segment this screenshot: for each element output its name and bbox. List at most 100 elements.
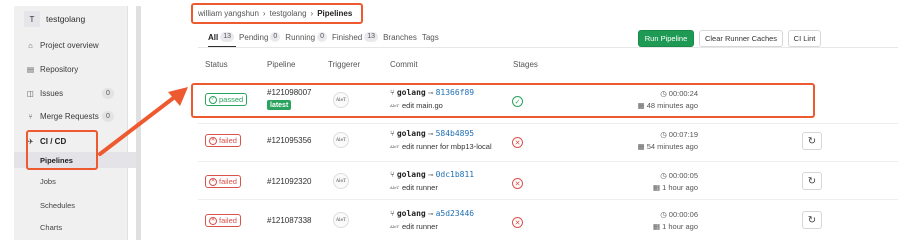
status-label: failed	[219, 216, 237, 225]
status-badge[interactable]: ✓ passed	[205, 93, 248, 106]
commit-message-link[interactable]: edit runner for mbp13-local	[402, 142, 492, 151]
breadcrumb-separator: ›	[262, 9, 266, 18]
commit-ref: ⑂ golang ⊸ 0dc1b811	[390, 170, 474, 179]
tab-finished[interactable]: Finished 13	[332, 32, 379, 42]
stage-failed-icon[interactable]: ✕	[512, 217, 523, 228]
commit-ref: ⑂ golang ⊸ a5d23446	[390, 209, 474, 218]
check-circle-icon: ✓	[209, 95, 217, 104]
stage-failed-icon[interactable]: ✕	[512, 137, 523, 148]
close-circle-icon: ✕	[209, 216, 217, 225]
duration-text: 00:00:06	[668, 210, 698, 219]
project-avatar: T	[24, 11, 40, 27]
finished-text: 48 minutes ago	[646, 101, 698, 110]
commit-sha-link[interactable]: 584b4895	[436, 129, 475, 138]
branch-name-link[interactable]: golang	[397, 88, 426, 97]
merge-request-icon: ⑂	[28, 111, 33, 121]
commit-message: AleT edit runner	[390, 222, 438, 231]
duration-text: 00:00:05	[668, 171, 698, 180]
calendar-icon: ▦	[637, 142, 645, 151]
retry-icon: ↻	[807, 175, 817, 187]
pipeline-duration: ◷ 00:00:24	[620, 89, 698, 98]
triggerer-avatar[interactable]: AleT	[333, 92, 349, 108]
status-badge[interactable]: ✕ failed	[205, 175, 241, 188]
row-divider	[198, 161, 898, 162]
retry-button[interactable]: ↻	[802, 132, 822, 150]
commit-message-link[interactable]: edit main.go	[402, 101, 443, 110]
status-label: failed	[219, 177, 237, 186]
retry-button[interactable]: ↻	[802, 172, 822, 190]
pipeline-finished: ▦ 48 minutes ago	[610, 101, 698, 110]
tab-label: Tags	[421, 32, 439, 42]
sidebar-item-label: Repository	[40, 64, 79, 74]
tab-count: 0	[270, 32, 281, 42]
finished-text: 1 hour ago	[662, 183, 698, 192]
sidebar-subitem-charts[interactable]: Charts	[14, 219, 116, 235]
status-badge[interactable]: ✕ failed	[205, 134, 241, 147]
stage-passed-icon[interactable]: ✓	[512, 96, 523, 107]
branch-icon: ⑂	[390, 88, 395, 97]
tab-label: Finished	[332, 32, 363, 42]
commit-sha-link[interactable]: 81366f89	[436, 88, 475, 97]
breadcrumb-item-namespace[interactable]: william yangshun	[198, 9, 259, 18]
project-name: testgolang	[46, 14, 86, 24]
breadcrumb-item-current[interactable]: Pipelines	[317, 9, 352, 18]
close-circle-icon: ✕	[209, 177, 217, 186]
branch-name-link[interactable]: golang	[397, 209, 426, 218]
branch-name-link[interactable]: golang	[397, 129, 426, 138]
issues-icon: ◫	[26, 88, 35, 98]
tab-running[interactable]: Running 0	[285, 32, 328, 42]
commit-author-avatar: AleT	[389, 144, 400, 149]
pipeline-tabs: All 13 Pending 0 Running 0 Finished 13 B…	[208, 32, 439, 42]
commit-sha-link[interactable]: a5d23446	[436, 209, 475, 218]
stage-failed-icon[interactable]: ✕	[512, 178, 523, 189]
triggerer-avatar[interactable]: AleT	[333, 173, 349, 189]
tab-pending[interactable]: Pending 0	[239, 32, 281, 42]
pipeline-id-link[interactable]: #121092320	[267, 177, 312, 186]
branch-name-link[interactable]: golang	[397, 170, 426, 179]
commit-author-avatar: AleT	[389, 103, 400, 108]
tab-count: 13	[364, 32, 379, 42]
finished-text: 54 minutes ago	[646, 142, 698, 151]
sidebar-item-label: Merge Requests	[40, 111, 99, 121]
triggerer-avatar[interactable]: AleT	[333, 212, 349, 228]
breadcrumb: william yangshun › testgolang › Pipeline…	[198, 9, 352, 18]
branch-icon: ⑂	[390, 129, 395, 138]
commit-message-link[interactable]: edit runner	[402, 222, 438, 231]
triggerer-avatar[interactable]: AleT	[333, 132, 349, 148]
duration-text: 00:07:19	[668, 130, 698, 139]
commit-message-link[interactable]: edit runner	[402, 183, 438, 192]
calendar-icon: ▦	[637, 101, 645, 110]
tab-branches[interactable]: Branches	[383, 33, 417, 42]
pipeline-id-link[interactable]: #121098007	[267, 88, 312, 97]
pipeline-duration: ◷ 00:00:06	[620, 210, 698, 219]
commit-icon: ⊸	[427, 210, 434, 218]
commit-sha-link[interactable]: 0dc1b811	[436, 170, 475, 179]
tab-all[interactable]: All 13	[208, 32, 235, 42]
pipeline-id-link[interactable]: #121087338	[267, 216, 312, 225]
sidebar-item-project-overview[interactable]: ⌂ Project overview	[20, 36, 122, 54]
column-header-pipeline: Pipeline	[267, 60, 296, 69]
run-pipeline-button[interactable]: Run Pipeline	[638, 30, 694, 47]
status-badge[interactable]: ✕ failed	[205, 214, 241, 227]
tabs-divider	[198, 47, 898, 48]
project-header[interactable]: T testgolang	[24, 10, 85, 28]
pipeline-duration: ◷ 00:07:19	[620, 130, 698, 139]
sidebar-item-label: Issues	[40, 88, 64, 98]
retry-button[interactable]: ↻	[802, 211, 822, 229]
column-header-stages: Stages	[513, 60, 538, 69]
timer-icon: ◷	[660, 89, 667, 98]
home-icon: ⌂	[28, 40, 33, 50]
sidebar-item-repository[interactable]: ▤ Repository	[20, 60, 122, 78]
sidebar-subitem-schedules[interactable]: Schedules	[14, 197, 116, 213]
tab-tags[interactable]: Tags	[422, 33, 439, 42]
commit-icon: ⊸	[427, 89, 434, 97]
sidebar-subitem-jobs[interactable]: Jobs	[14, 173, 116, 189]
finished-text: 1 hour ago	[662, 222, 698, 231]
commit-message: AleT edit main.go	[390, 101, 443, 110]
status-label: failed	[219, 136, 237, 145]
clear-runner-caches-button[interactable]: Clear Runner Caches	[699, 30, 783, 47]
breadcrumb-item-project[interactable]: testgolang	[270, 9, 307, 18]
ci-lint-button[interactable]: CI Lint	[788, 30, 821, 47]
calendar-icon: ▦	[653, 222, 661, 231]
pipeline-id-link[interactable]: #121095356	[267, 136, 312, 145]
